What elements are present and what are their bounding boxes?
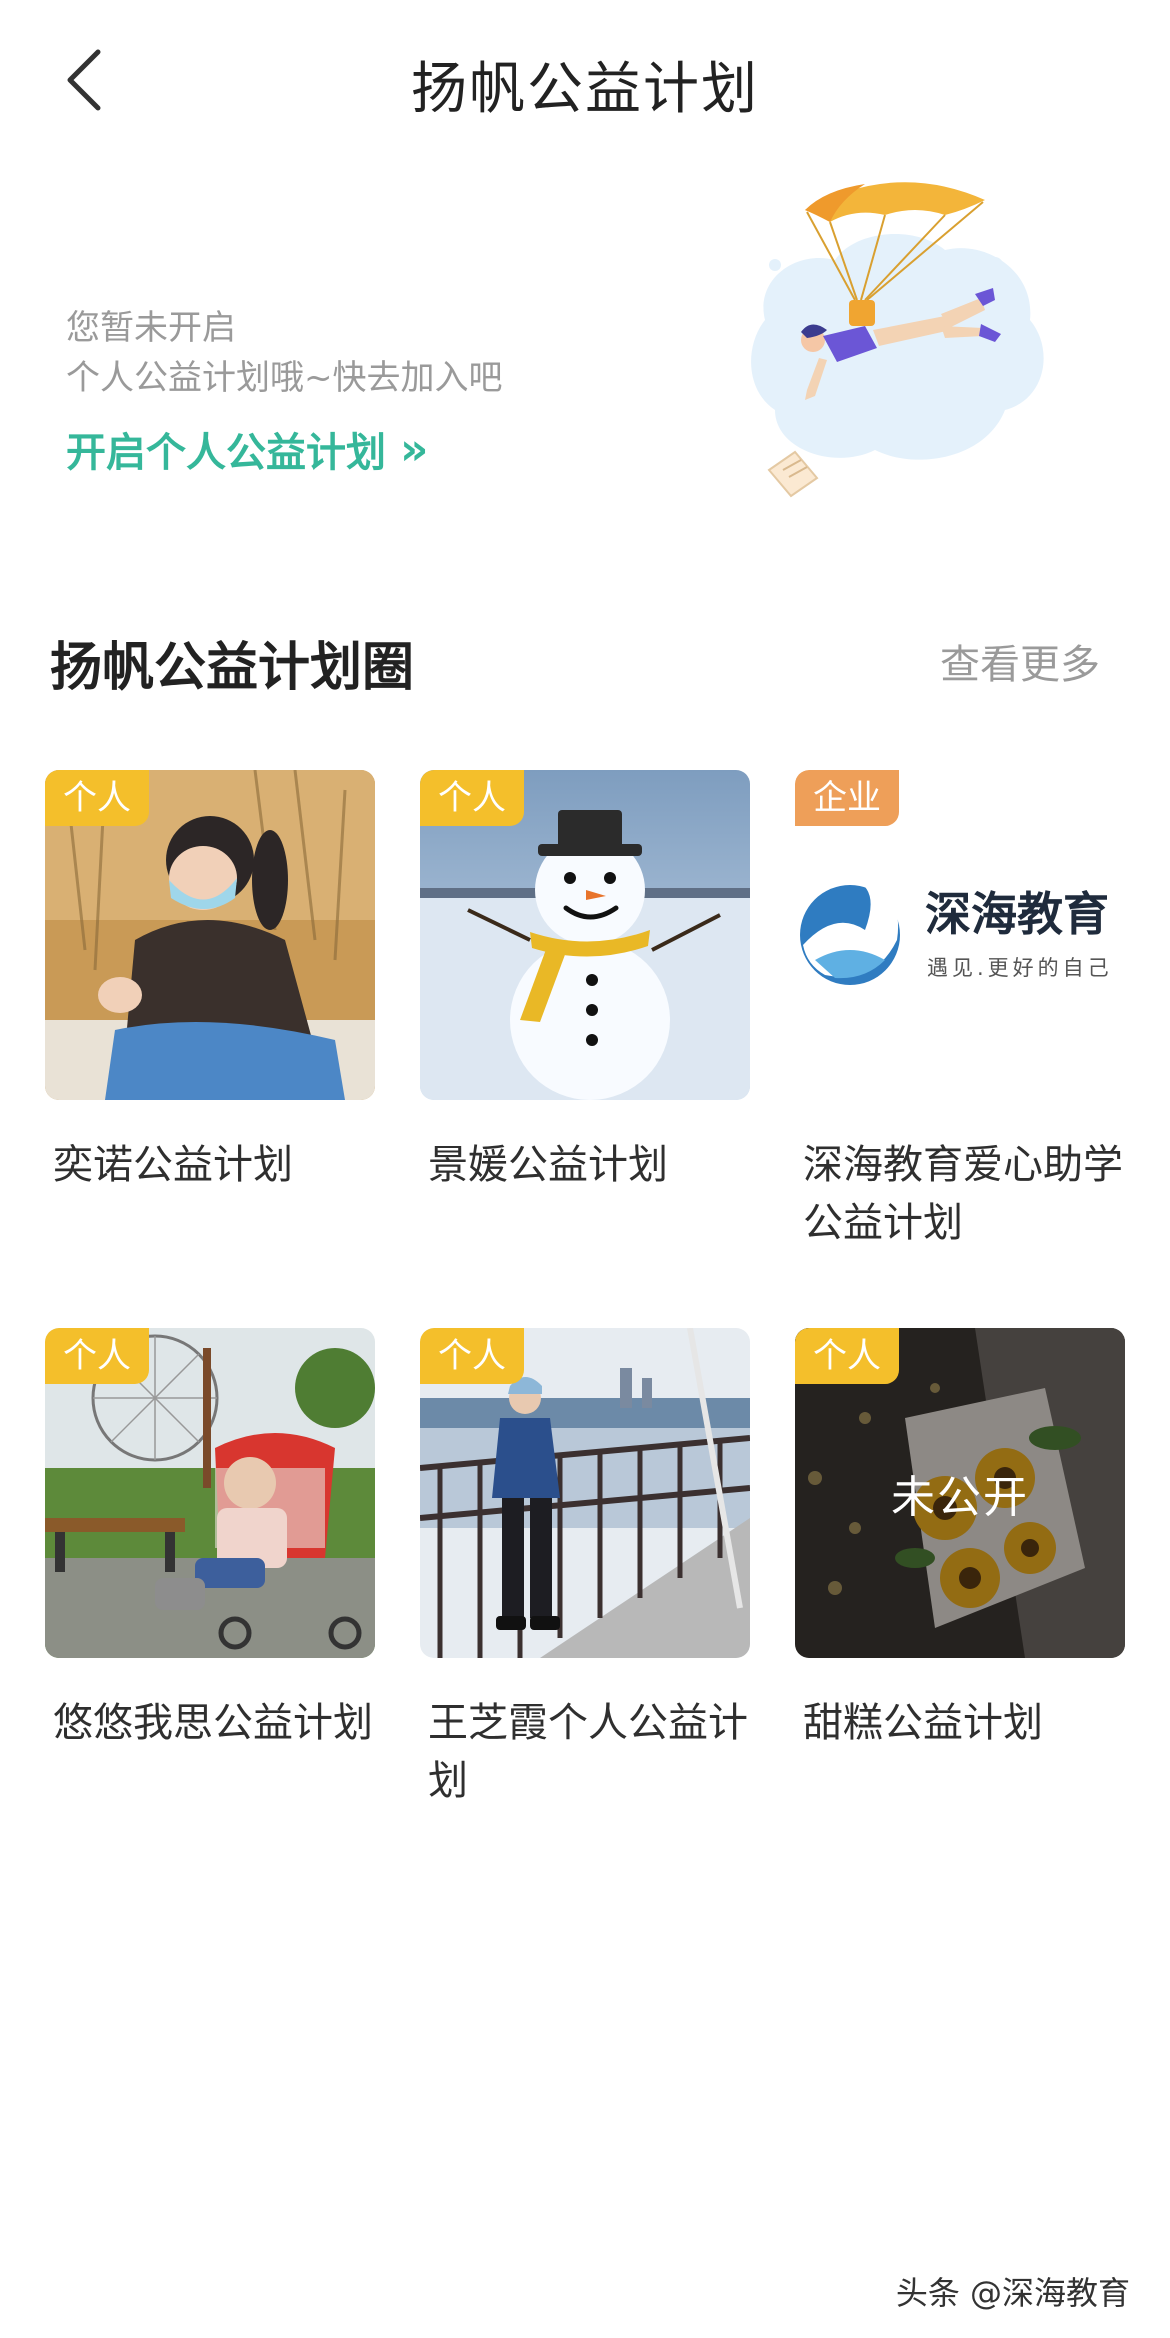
plan-card[interactable]: 个人 奕诺公益计划 (45, 770, 375, 1194)
personal-badge: 个人 (45, 1328, 149, 1384)
personal-badge: 个人 (420, 770, 524, 826)
join-banner: 您暂未开启 个人公益计划哦~快去加入吧 开启个人公益计划 » (0, 170, 1170, 500)
plan-thumbnail: 未公开 个人 (795, 1328, 1125, 1658)
parachute-illustration (745, 170, 1075, 500)
plan-thumbnail: 个人 (420, 770, 750, 1100)
plan-thumbnail: 个人 (45, 1328, 375, 1658)
plan-card[interactable]: 个人 王芝霞个人公益计划 (420, 1328, 750, 1810)
watermark: 头条 @深海教育 (895, 2274, 1130, 2312)
banner-status-text: 您暂未开启 (66, 308, 236, 348)
plan-name: 深海教育爱心助学公益计划 (803, 1142, 1123, 1246)
page-title: 扬帆公益计划 (411, 57, 759, 122)
plan-name: 景媛公益计划 (428, 1142, 668, 1188)
personal-badge: 个人 (45, 770, 149, 826)
start-plan-label: 开启个人公益计划 (66, 430, 386, 476)
plan-name: 王芝霞个人公益计划 (428, 1700, 748, 1804)
plan-card[interactable]: 未公开 个人 甜糕公益计划 (795, 1328, 1125, 1752)
svg-text:遇见.更好的自己: 遇见.更好的自己 (927, 956, 1113, 980)
personal-badge: 个人 (795, 1328, 899, 1384)
plan-name: 奕诺公益计划 (53, 1142, 293, 1188)
start-plan-link[interactable]: 开启个人公益计划 » (66, 420, 428, 478)
double-chevron-right-icon: » (400, 423, 429, 475)
plan-thumbnail: 个人 (45, 770, 375, 1100)
nav-bar: 扬帆公益计划 (0, 0, 1170, 160)
svg-text:深海教育: 深海教育 (925, 887, 1109, 941)
view-more-link[interactable]: 查看更多 (940, 632, 1100, 690)
personal-badge: 个人 (420, 1328, 524, 1384)
company-badge: 企业 (795, 770, 899, 826)
section-title: 扬帆公益计划圈 (50, 638, 415, 698)
plan-card[interactable]: 深海教育 遇见.更好的自己 企业 深海教育爱心助学公益计划 (795, 770, 1125, 1252)
plan-thumbnail: 深海教育 遇见.更好的自己 企业 (795, 770, 1125, 1100)
plan-name: 甜糕公益计划 (803, 1700, 1043, 1746)
plan-card[interactable]: 个人 景媛公益计划 (420, 770, 750, 1194)
page: 扬帆公益计划 您暂未开启 个人公益计划哦~快去加入吧 开启个人公益计划 » 扬帆… (0, 0, 1170, 2338)
plan-thumbnail: 个人 (420, 1328, 750, 1658)
plan-card[interactable]: 个人 悠悠我思公益计划 (45, 1328, 375, 1752)
banner-hint-text: 个人公益计划哦~快去加入吧 (66, 358, 503, 398)
plan-name: 悠悠我思公益计划 (53, 1700, 373, 1746)
